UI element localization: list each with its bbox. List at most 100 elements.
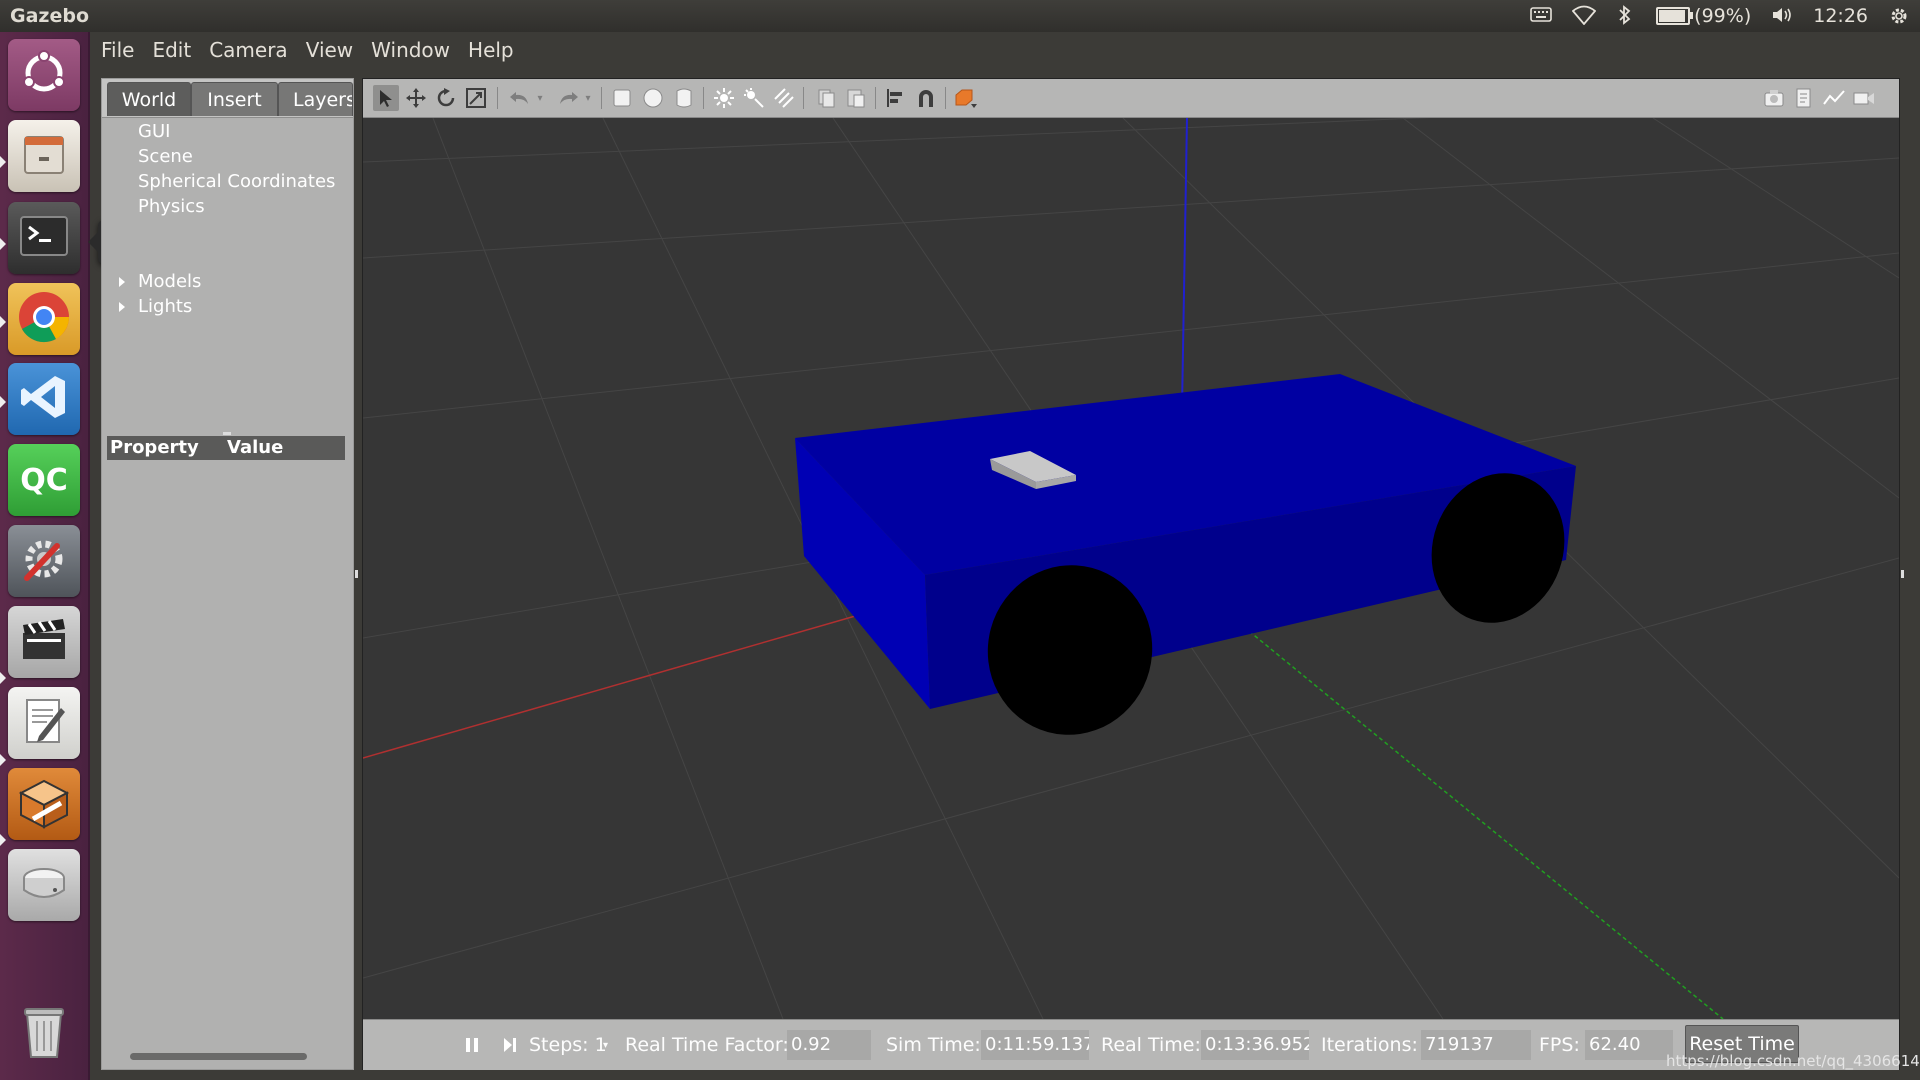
launcher-ubuntu[interactable] bbox=[8, 39, 80, 111]
x-axis-line bbox=[363, 607, 884, 759]
redo-icon[interactable] bbox=[555, 85, 581, 111]
spot-light-icon[interactable] bbox=[741, 85, 767, 111]
launcher-trash[interactable] bbox=[8, 997, 80, 1069]
sim-time-value: 0:11:59.137 bbox=[981, 1030, 1089, 1060]
battery-indicator[interactable]: (99%) bbox=[1656, 5, 1751, 27]
tree-item-gui[interactable]: GUI bbox=[102, 119, 353, 144]
3d-scene[interactable] bbox=[363, 118, 1899, 1019]
steps-dropdown-icon[interactable]: ▾ bbox=[603, 1040, 608, 1051]
panel-splitter-handle[interactable] bbox=[355, 570, 358, 578]
menu-camera[interactable]: Camera bbox=[200, 38, 297, 62]
property-column-header: Property bbox=[110, 437, 199, 458]
tree-item-hidden bbox=[102, 219, 353, 244]
directional-light-icon[interactable] bbox=[771, 85, 797, 111]
terminal-icon bbox=[17, 209, 71, 267]
sphere-icon[interactable] bbox=[640, 85, 666, 111]
plot-icon[interactable] bbox=[1821, 85, 1847, 111]
launcher-system-settings[interactable] bbox=[8, 525, 80, 597]
launcher-disk[interactable] bbox=[8, 849, 80, 921]
launcher-running-indicator bbox=[0, 156, 6, 168]
select-arrow-icon[interactable] bbox=[373, 85, 399, 111]
point-light-icon[interactable] bbox=[711, 85, 737, 111]
launcher-vscode[interactable] bbox=[8, 363, 80, 435]
settings-wrench-icon bbox=[17, 532, 71, 590]
fps-value: 62.40 bbox=[1585, 1030, 1673, 1060]
menubar: File Edit Camera View Window Help bbox=[90, 32, 1920, 68]
redo-dropdown-icon[interactable]: ▾ bbox=[581, 85, 595, 111]
wifi-icon[interactable] bbox=[1571, 5, 1597, 27]
horizontal-scrollbar[interactable] bbox=[130, 1053, 307, 1060]
rotate-icon[interactable] bbox=[433, 85, 459, 111]
menu-view[interactable]: View bbox=[297, 38, 362, 62]
menu-help[interactable]: Help bbox=[459, 38, 523, 62]
splitter-handle[interactable] bbox=[223, 432, 231, 435]
cylinder-icon[interactable] bbox=[671, 85, 697, 111]
copy-icon[interactable] bbox=[813, 85, 839, 111]
launcher-files[interactable] bbox=[8, 120, 80, 192]
launcher-running-indicator bbox=[0, 834, 6, 846]
launcher-qtcreator[interactable]: QC bbox=[8, 444, 80, 516]
expand-arrow-icon[interactable] bbox=[119, 302, 125, 312]
tree-item-label: Spherical Coordinates bbox=[138, 171, 336, 192]
box-icon[interactable] bbox=[609, 85, 635, 111]
undo-dropdown-icon[interactable]: ▾ bbox=[533, 85, 547, 111]
tab-layers[interactable]: Layers bbox=[278, 82, 353, 116]
ubuntu-logo-icon bbox=[17, 46, 71, 104]
volume-icon[interactable] bbox=[1771, 5, 1793, 27]
viewport-toolbar: ▾ ▾ bbox=[363, 79, 1899, 118]
vscode-icon bbox=[17, 370, 71, 428]
launcher-chrome[interactable] bbox=[8, 283, 80, 355]
bluetooth-icon[interactable] bbox=[1614, 5, 1636, 27]
expand-arrow-icon[interactable] bbox=[119, 277, 125, 287]
menu-edit[interactable]: Edit bbox=[143, 38, 200, 62]
clock[interactable]: 12:26 bbox=[1813, 5, 1868, 27]
tree-item-label: Scene bbox=[138, 146, 193, 167]
scale-icon[interactable] bbox=[463, 85, 489, 111]
paste-icon[interactable] bbox=[843, 85, 869, 111]
steps-label[interactable]: Steps: 1 bbox=[529, 1034, 607, 1056]
value-column-header: Value bbox=[227, 437, 284, 458]
undo-icon[interactable] bbox=[507, 85, 533, 111]
settings-gear-icon[interactable] bbox=[1888, 5, 1910, 27]
real-time-factor-value: 0.92 bbox=[787, 1030, 871, 1060]
align-icon[interactable] bbox=[883, 85, 909, 111]
translate-icon[interactable] bbox=[403, 85, 429, 111]
step-icon[interactable] bbox=[497, 1032, 523, 1058]
menu-file[interactable]: File bbox=[90, 38, 143, 62]
clapperboard-icon bbox=[17, 613, 71, 671]
watermark-text: https://blog.csdn.net/qq_43066145 bbox=[1666, 1052, 1920, 1070]
y-axis-line bbox=[1232, 617, 1724, 1019]
tab-world[interactable]: World bbox=[107, 82, 191, 116]
launcher-running-indicator bbox=[0, 316, 6, 328]
world-tree: GUI Scene Spherical Coordinates Physics … bbox=[102, 119, 353, 319]
real-time-label: Real Time: bbox=[1101, 1034, 1201, 1056]
indicator-area: (99%) 12:26 bbox=[1530, 0, 1910, 32]
robot-car-model[interactable] bbox=[795, 374, 1585, 753]
tree-item-spherical-coordinates[interactable]: Spherical Coordinates bbox=[102, 169, 353, 194]
toolbar-separator bbox=[601, 87, 602, 109]
battery-percent: (99%) bbox=[1694, 5, 1752, 27]
tree-item-physics[interactable]: Physics bbox=[102, 194, 353, 219]
pause-icon[interactable] bbox=[459, 1032, 485, 1058]
toolbar-separator bbox=[945, 87, 946, 109]
tree-item-label: GUI bbox=[138, 121, 171, 142]
panel-splitter-handle-right[interactable] bbox=[1901, 570, 1904, 578]
view-angle-icon[interactable] bbox=[953, 85, 979, 111]
screenshot-icon[interactable] bbox=[1761, 85, 1787, 111]
launcher-text-editor[interactable] bbox=[8, 687, 80, 759]
launcher-terminal[interactable] bbox=[8, 202, 80, 274]
log-icon[interactable] bbox=[1791, 85, 1817, 111]
launcher-installer[interactable] bbox=[8, 768, 80, 840]
launcher-running-indicator bbox=[0, 238, 6, 250]
toolbar-separator bbox=[803, 87, 804, 109]
menu-window[interactable]: Window bbox=[362, 38, 459, 62]
keyboard-icon[interactable] bbox=[1530, 5, 1552, 27]
scene-canvas[interactable] bbox=[363, 118, 1899, 1019]
launcher-video-editor[interactable] bbox=[8, 606, 80, 678]
tree-item-scene[interactable]: Scene bbox=[102, 144, 353, 169]
tree-item-lights[interactable]: Lights bbox=[102, 294, 353, 319]
snap-magnet-icon[interactable] bbox=[913, 85, 939, 111]
tab-insert[interactable]: Insert bbox=[191, 82, 278, 116]
record-video-icon[interactable] bbox=[1851, 85, 1877, 111]
tree-item-models[interactable]: Models bbox=[102, 269, 353, 294]
